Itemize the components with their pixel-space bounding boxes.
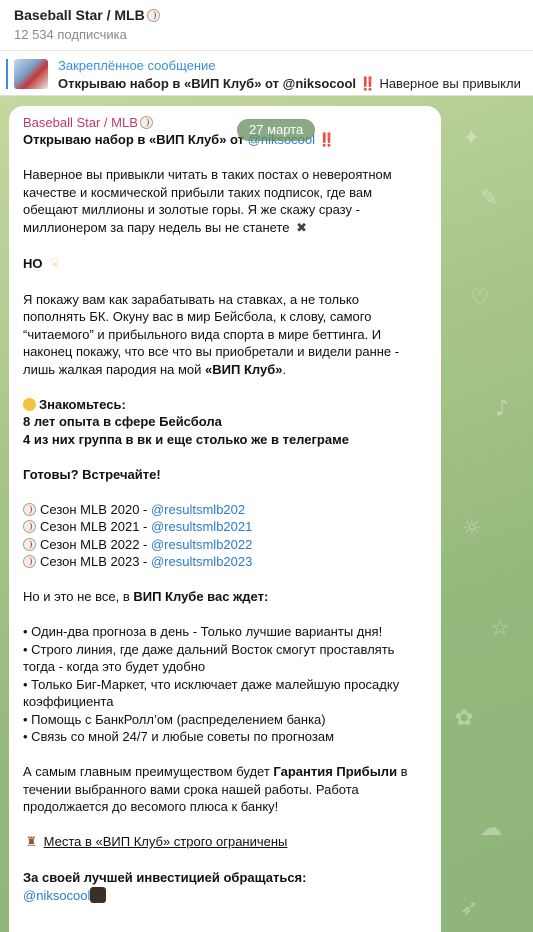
message-channel-name[interactable]: Baseball Star / MLB — [23, 114, 429, 131]
season-line: Сезон MLB 2022 - @resultsmlb2022 — [23, 536, 429, 554]
channel-title[interactable]: Baseball Star / MLB — [14, 6, 533, 24]
face-icon — [23, 397, 36, 411]
bullet-line: тогда - когда это будет удобно — [23, 659, 206, 674]
message-title: Открываю набор в «ВИП Клуб» от @niksocoo… — [23, 132, 335, 147]
bullet-line: коэффициента — [23, 694, 114, 709]
text-line: течении выбранного вами срока нашей рабо… — [23, 781, 359, 797]
pointing-down-icon: ☟ — [50, 256, 59, 272]
text-line: 8 лет опыта в сфере Бейсбола — [23, 414, 222, 429]
season-link[interactable]: @resultsmlb2021 — [151, 519, 252, 534]
cross-mark-icon: ✖ — [296, 220, 308, 236]
message-bubble[interactable]: Baseball Star / MLB Открываю набор в «ВИ… — [9, 106, 441, 932]
text-line: ♜ Места в «ВИП Клуб» строго ограничены — [23, 833, 429, 852]
text-line: 4 из них группа в вк и еще столько же в … — [23, 431, 349, 447]
season-line: Сезон MLB 2023 - @resultsmlb2023 — [23, 553, 429, 571]
text-line: продолжается до весомого плюса к банку! — [23, 799, 279, 814]
bullet-line: • Один-два прогноза в день - Только лучш… — [23, 624, 383, 639]
doodle-heart-icon: ♡ — [470, 286, 490, 311]
doodle-star-icon: ✦ — [462, 126, 481, 151]
text-line: Наверное вы привыкли читать в таких пост… — [23, 167, 392, 182]
bullet-line: • Связь со мной 24/7 и любые советы по п… — [23, 729, 335, 744]
pinned-accent-bar — [6, 59, 8, 89]
baseball-icon — [23, 502, 36, 516]
text-line: Я покажу вам как зарабатывать на ставках… — [23, 291, 359, 307]
text-line: За своей лучшей инвестицией обращаться: — [23, 870, 307, 885]
double-exclamation-icon: ‼️ — [318, 132, 335, 147]
text-line: Знакомьтесь: — [23, 396, 429, 414]
pinned-label: Закреплённое сообщение — [58, 58, 216, 73]
contact-mention-link[interactable]: @niksocool — [23, 888, 90, 903]
pinned-thumbnail — [14, 59, 48, 89]
baseball-icon — [23, 555, 36, 568]
bullet-line: • Только Биг-Маркет, что исключает даже … — [23, 676, 400, 692]
date-badge: 27 марта — [237, 119, 316, 141]
pinned-message-bar[interactable]: Закреплённое сообщение Открываю набор в … — [0, 50, 533, 96]
doodle-sun-icon: ☼ — [462, 516, 482, 541]
doodle-gift-icon: ✿ — [455, 706, 474, 731]
season-link[interactable]: @resultsmlb202 — [151, 502, 245, 517]
text-line: НО ☟ — [23, 255, 429, 274]
doodle-pencil-icon: ✎ — [480, 186, 499, 211]
season-line: Сезон MLB 2021 - @resultsmlb2021 — [23, 518, 429, 536]
text-line: качестве и космической прибыли таких под… — [23, 184, 373, 200]
doodle-cloud-icon: ☁ — [480, 816, 502, 841]
text-line: обещают миллионы и золотые горы. Я же ск… — [23, 202, 360, 217]
text-line: наконец покажу, что все что вы приобрета… — [23, 344, 400, 359]
bullet-line: • Помощь с БанкРолл’ом (распределением б… — [23, 711, 326, 727]
text-line: Готовы? Встречайте! — [23, 466, 161, 482]
baseball-icon — [23, 520, 36, 533]
chat-header[interactable]: Baseball Star / MLB 12 534 подписчика — [0, 0, 533, 50]
doodle-rocket-icon: ➶ — [460, 896, 479, 921]
chair-icon: ♜ — [25, 835, 38, 850]
doodle-star-icon: ☆ — [490, 616, 510, 641]
places-link[interactable]: Места в «ВИП Клуб» строго ограничены — [44, 834, 288, 849]
chat-area[interactable]: ✦ ✎ ♡ ♪ ☼ ☆ ✿ ☁ ➶ Baseball Star / MLB От… — [0, 96, 533, 932]
text-line: А самым главным преимуществом будет Гара… — [23, 764, 408, 779]
text-line: миллионером за пару недель вы не станете… — [23, 219, 429, 238]
season-link[interactable]: @resultsmlb2023 — [151, 554, 252, 569]
pinned-text: Открываю набор в «ВИП Клуб» от @niksocoo… — [58, 76, 521, 91]
bullet-line: • Строго линия, где даже дальний Восток … — [23, 641, 395, 657]
person-avatar-icon — [90, 886, 107, 903]
season-line: Сезон MLB 2020 - @resultsmlb202 — [23, 501, 429, 519]
doodle-music-icon: ♪ — [495, 396, 510, 421]
double-exclamation-icon: ‼️ — [359, 76, 376, 91]
text-line: лишь жалкая пародия на мой «ВИП Клуб». — [23, 361, 287, 377]
baseball-icon — [23, 537, 36, 551]
baseball-icon — [139, 116, 153, 129]
text-line: “читаемого” и прибыльного вида спорта в … — [23, 326, 382, 342]
subscriber-count: 12 534 подписчика — [14, 27, 127, 42]
season-link[interactable]: @resultsmlb2022 — [151, 537, 252, 552]
text-line: Но и это не все, в ВИП Клубе вас ждет: — [23, 589, 269, 604]
baseball-icon — [146, 9, 160, 22]
text-line: @niksocool — [23, 886, 429, 905]
text-line: пополнять БК. Окуну вас в мир Бейсбола, … — [23, 309, 372, 324]
